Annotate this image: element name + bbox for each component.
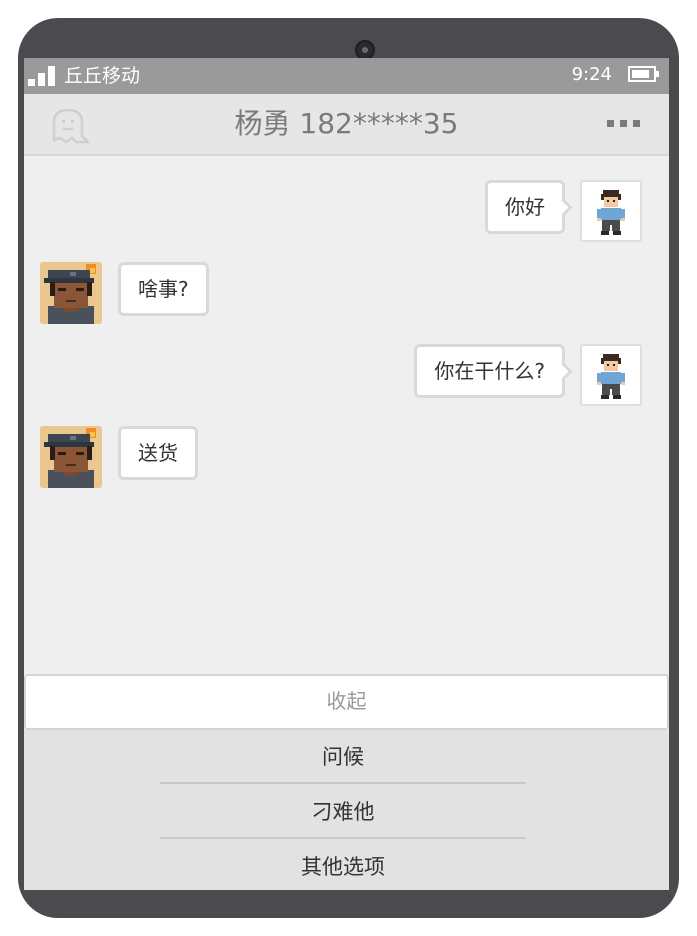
- phone-screen: 丘丘移动 9:24 杨勇 182*****35 你好 啥事? 你在干什么? 送货…: [24, 58, 669, 890]
- message-text: 你在干什么?: [434, 359, 545, 383]
- contact-avatar: [40, 426, 102, 488]
- message-text: 啥事?: [138, 277, 189, 301]
- chat-area: 你好 啥事? 你在干什么? 送货: [24, 156, 669, 674]
- contact-avatar: [40, 262, 102, 324]
- message-text: 送货: [138, 441, 178, 465]
- message-text: 你好: [505, 195, 545, 219]
- divider: [160, 837, 526, 839]
- option-greet[interactable]: 问候: [160, 730, 526, 784]
- camera-icon: [355, 40, 375, 60]
- message-bubble: 送货: [118, 426, 198, 480]
- reply-options-panel: 问候 刁难他 其他选项: [24, 730, 669, 890]
- collapse-button[interactable]: 收起: [24, 674, 669, 730]
- chat-header: 杨勇 182*****35: [24, 94, 669, 156]
- contact-title: 杨勇 182*****35: [234, 107, 459, 140]
- battery-icon: [628, 66, 659, 82]
- option-other[interactable]: 其他选项: [160, 840, 526, 890]
- carrier-name: 丘丘移动: [64, 65, 141, 87]
- my-avatar: [580, 344, 642, 406]
- message-bubble: 啥事?: [118, 262, 209, 316]
- signal-bars-icon: [28, 66, 58, 86]
- option-make-trouble[interactable]: 刁难他: [160, 785, 526, 839]
- divider: [160, 782, 526, 784]
- more-dots-icon[interactable]: [607, 120, 641, 128]
- status-bar: 丘丘移动 9:24: [24, 58, 669, 94]
- my-avatar: [580, 180, 642, 242]
- status-time: 9:24: [571, 64, 612, 85]
- message-bubble: 你在干什么?: [414, 344, 565, 398]
